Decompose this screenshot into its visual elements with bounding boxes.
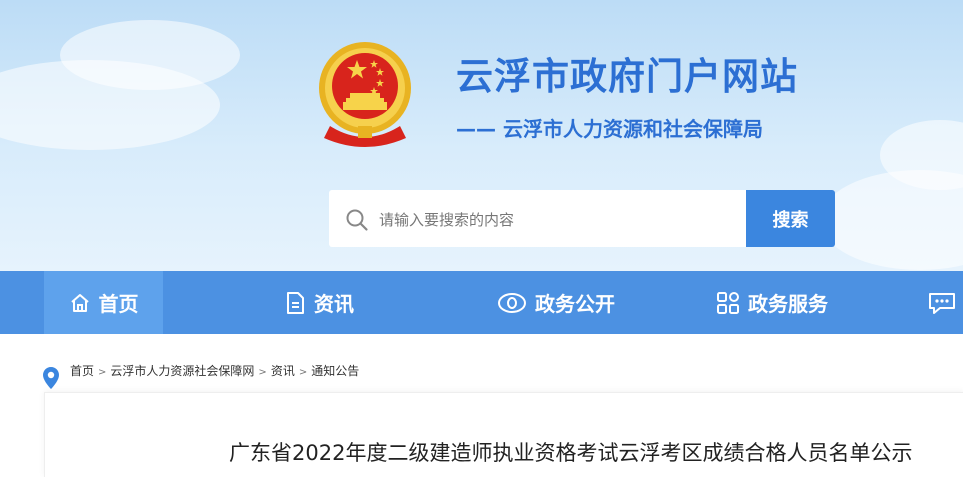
breadcrumb-hrss-site[interactable]: 云浮市人力资源社会保障网 xyxy=(110,364,254,378)
search-box xyxy=(329,190,747,249)
article-panel: 广东省2022年度二级建造师执业资格考试云浮考区成绩合格人员名单公示 xyxy=(44,392,963,477)
content-area: 首页 > 云浮市人力资源社会保障网 > 资讯 > 通知公告 广东省2022年度二级建造师执业… xyxy=(0,334,963,477)
breadcrumb-news[interactable]: 资讯 xyxy=(271,364,295,378)
breadcrumb-separator: > xyxy=(98,367,107,378)
nav-item-interaction[interactable] xyxy=(928,271,963,334)
main-nav: 首页 资讯 政务公开 政务服务 xyxy=(0,271,963,334)
document-icon xyxy=(287,291,304,314)
nav-item-news[interactable]: 资讯 xyxy=(284,271,354,334)
search-button[interactable]: 搜索 xyxy=(746,190,835,247)
breadcrumb-separator: > xyxy=(258,367,267,378)
chat-icon xyxy=(929,292,955,314)
nav-item-government-services[interactable]: 政务服务 xyxy=(716,271,828,334)
eye-icon xyxy=(498,292,526,313)
breadcrumb-home[interactable]: 首页 xyxy=(70,364,94,378)
home-icon xyxy=(70,293,89,312)
breadcrumb-notices[interactable]: 通知公告 xyxy=(311,364,359,378)
search-icon xyxy=(346,209,368,231)
site-title: 云浮市政府门户网站 xyxy=(456,55,798,98)
search-input[interactable] xyxy=(377,190,741,249)
department-name: —— 云浮市人力资源和社会保障局 xyxy=(456,117,763,141)
nav-label: 资讯 xyxy=(314,292,354,316)
nav-label: 政务服务 xyxy=(748,292,828,316)
nav-label: 首页 xyxy=(98,292,139,316)
location-pin-icon xyxy=(43,367,59,389)
cloud-decoration xyxy=(60,20,240,90)
nav-item-government-affairs[interactable]: 政务公开 xyxy=(497,271,615,334)
article-title: 广东省2022年度二级建造师执业资格考试云浮考区成绩合格人员名单公示 xyxy=(229,441,913,465)
nav-item-home[interactable]: 首页 xyxy=(44,271,163,334)
breadcrumb: 首页 > 云浮市人力资源社会保障网 > 资讯 > 通知公告 xyxy=(70,362,359,379)
nav-label: 政务公开 xyxy=(535,292,615,316)
breadcrumb-separator: > xyxy=(298,367,308,378)
grid-icon xyxy=(717,291,739,314)
national-emblem-icon xyxy=(319,42,411,147)
